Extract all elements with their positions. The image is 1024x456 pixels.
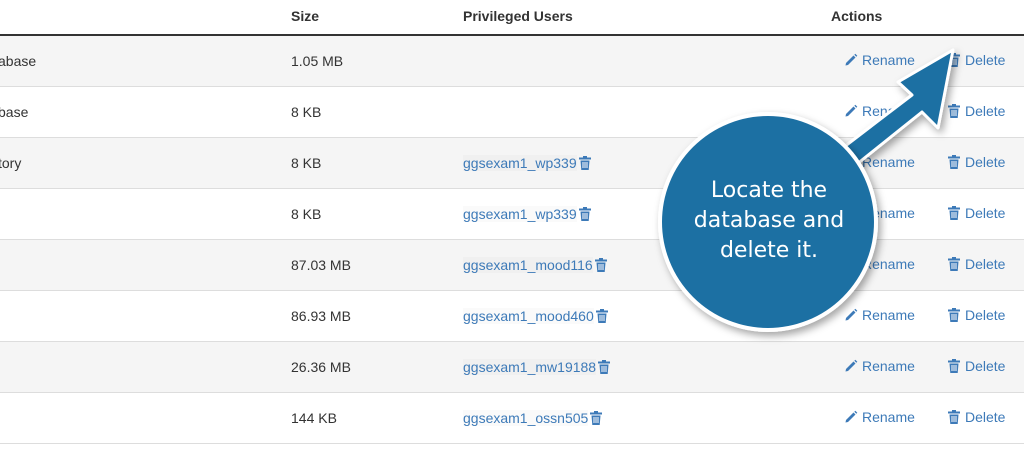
database-size: 8 KB [291, 104, 322, 120]
delete-label: Delete [965, 409, 1006, 425]
delete-button[interactable]: Delete [947, 358, 1005, 374]
table-row: abase 1.05 MB Rename Delete [0, 36, 1024, 87]
rename-button[interactable]: Rename [844, 358, 915, 374]
table-row: 144 KB ggsexam1_ossn505 Rename Delete [0, 393, 1024, 444]
databases-table: Size Privileged Users Actions abase 1.05 … [0, 0, 1024, 444]
delete-label: Delete [965, 52, 1006, 68]
rename-label: Rename [862, 103, 915, 119]
privileged-user: ggsexam1_wp339 [463, 155, 591, 171]
column-header-size[interactable]: Size [291, 8, 319, 24]
pencil-icon [844, 104, 858, 118]
delete-label: Delete [965, 205, 1006, 221]
rename-button[interactable]: Rename [844, 52, 915, 68]
rename-label: Rename [862, 409, 915, 425]
table-row: base 8 KB Rename Delete [0, 87, 1024, 138]
table-row: tory 8 KB ggsexam1_wp339 Rename Delete [0, 138, 1024, 189]
privileged-user: ggsexam1_mood460 [463, 308, 608, 324]
delete-button[interactable]: Delete [947, 205, 1005, 221]
remove-user-trash-icon[interactable] [578, 207, 591, 221]
table-header: Size Privileged Users Actions [0, 0, 1024, 36]
rename-button[interactable]: Rename [844, 154, 915, 170]
trash-icon [947, 206, 961, 220]
database-name: base [0, 104, 29, 120]
trash-icon [947, 53, 961, 67]
delete-label: Delete [965, 358, 1006, 374]
privileged-user: ggsexam1_wp339 [463, 206, 591, 222]
database-size: 8 KB [291, 206, 322, 222]
pencil-icon [844, 257, 858, 271]
trash-icon [947, 308, 961, 322]
column-header-privileged-users: Privileged Users [463, 8, 573, 24]
rename-button[interactable]: Rename [844, 205, 915, 221]
remove-user-trash-icon[interactable] [578, 156, 591, 170]
rename-label: Rename [862, 205, 915, 221]
delete-button[interactable]: Delete [947, 52, 1005, 68]
trash-icon [947, 155, 961, 169]
privileged-user: ggsexam1_ossn505 [463, 410, 603, 426]
table-row: 26.36 MB ggsexam1_mw19188 Rename Delete [0, 342, 1024, 393]
trash-icon [947, 410, 961, 424]
database-size: 26.36 MB [291, 359, 351, 375]
rename-button[interactable]: Rename [844, 409, 915, 425]
trash-icon [947, 359, 961, 373]
remove-user-trash-icon[interactable] [595, 309, 608, 323]
delete-label: Delete [965, 307, 1006, 323]
delete-button[interactable]: Delete [947, 307, 1005, 323]
trash-icon [947, 257, 961, 271]
privileged-user-link[interactable]: ggsexam1_mood116 [463, 257, 593, 273]
rename-label: Rename [862, 358, 915, 374]
delete-button[interactable]: Delete [947, 103, 1005, 119]
table-row: 86.93 MB ggsexam1_mood460 Rename Delete [0, 291, 1024, 342]
database-name: tory [0, 155, 22, 171]
privileged-user-link[interactable]: ggsexam1_ossn505 [463, 410, 588, 426]
rename-label: Rename [862, 307, 915, 323]
database-size: 87.03 MB [291, 257, 351, 273]
remove-user-trash-icon[interactable] [594, 258, 607, 272]
pencil-icon [844, 206, 858, 220]
rename-button[interactable]: Rename [844, 307, 915, 323]
pencil-icon [844, 410, 858, 424]
column-header-actions: Actions [831, 8, 883, 24]
pencil-icon [844, 155, 858, 169]
rename-label: Rename [862, 154, 915, 170]
table-row: 8 KB ggsexam1_wp339 Rename Delete [0, 189, 1024, 240]
delete-button[interactable]: Delete [947, 256, 1005, 272]
privileged-user-link[interactable]: ggsexam1_mood460 [463, 308, 594, 324]
privileged-user: ggsexam1_mood116 [463, 257, 607, 273]
privileged-user-link[interactable]: ggsexam1_wp339 [463, 206, 577, 222]
delete-button[interactable]: Delete [947, 154, 1005, 170]
pencil-icon [844, 359, 858, 373]
delete-label: Delete [965, 154, 1006, 170]
privileged-user: ggsexam1_mw19188 [463, 359, 611, 375]
delete-button[interactable]: Delete [947, 409, 1005, 425]
database-size: 144 KB [291, 410, 337, 426]
rename-label: Rename [862, 52, 915, 68]
privileged-user-link[interactable]: ggsexam1_wp339 [463, 155, 577, 171]
database-size: 8 KB [291, 155, 322, 171]
table-row: 87.03 MB ggsexam1_mood116 Rename Delete [0, 240, 1024, 291]
database-size: 86.93 MB [291, 308, 351, 324]
database-name: abase [0, 53, 37, 69]
pencil-icon [844, 53, 858, 67]
rename-button[interactable]: Rename [844, 256, 915, 272]
pencil-icon [844, 308, 858, 322]
delete-label: Delete [965, 256, 1006, 272]
rename-label: Rename [862, 256, 915, 272]
trash-icon [947, 104, 961, 118]
database-size: 1.05 MB [291, 53, 344, 69]
remove-user-trash-icon[interactable] [598, 360, 611, 374]
rename-button[interactable]: Rename [844, 103, 915, 119]
delete-label: Delete [965, 103, 1006, 119]
remove-user-trash-icon[interactable] [590, 411, 603, 425]
privileged-user-link[interactable]: ggsexam1_mw19188 [463, 359, 596, 375]
